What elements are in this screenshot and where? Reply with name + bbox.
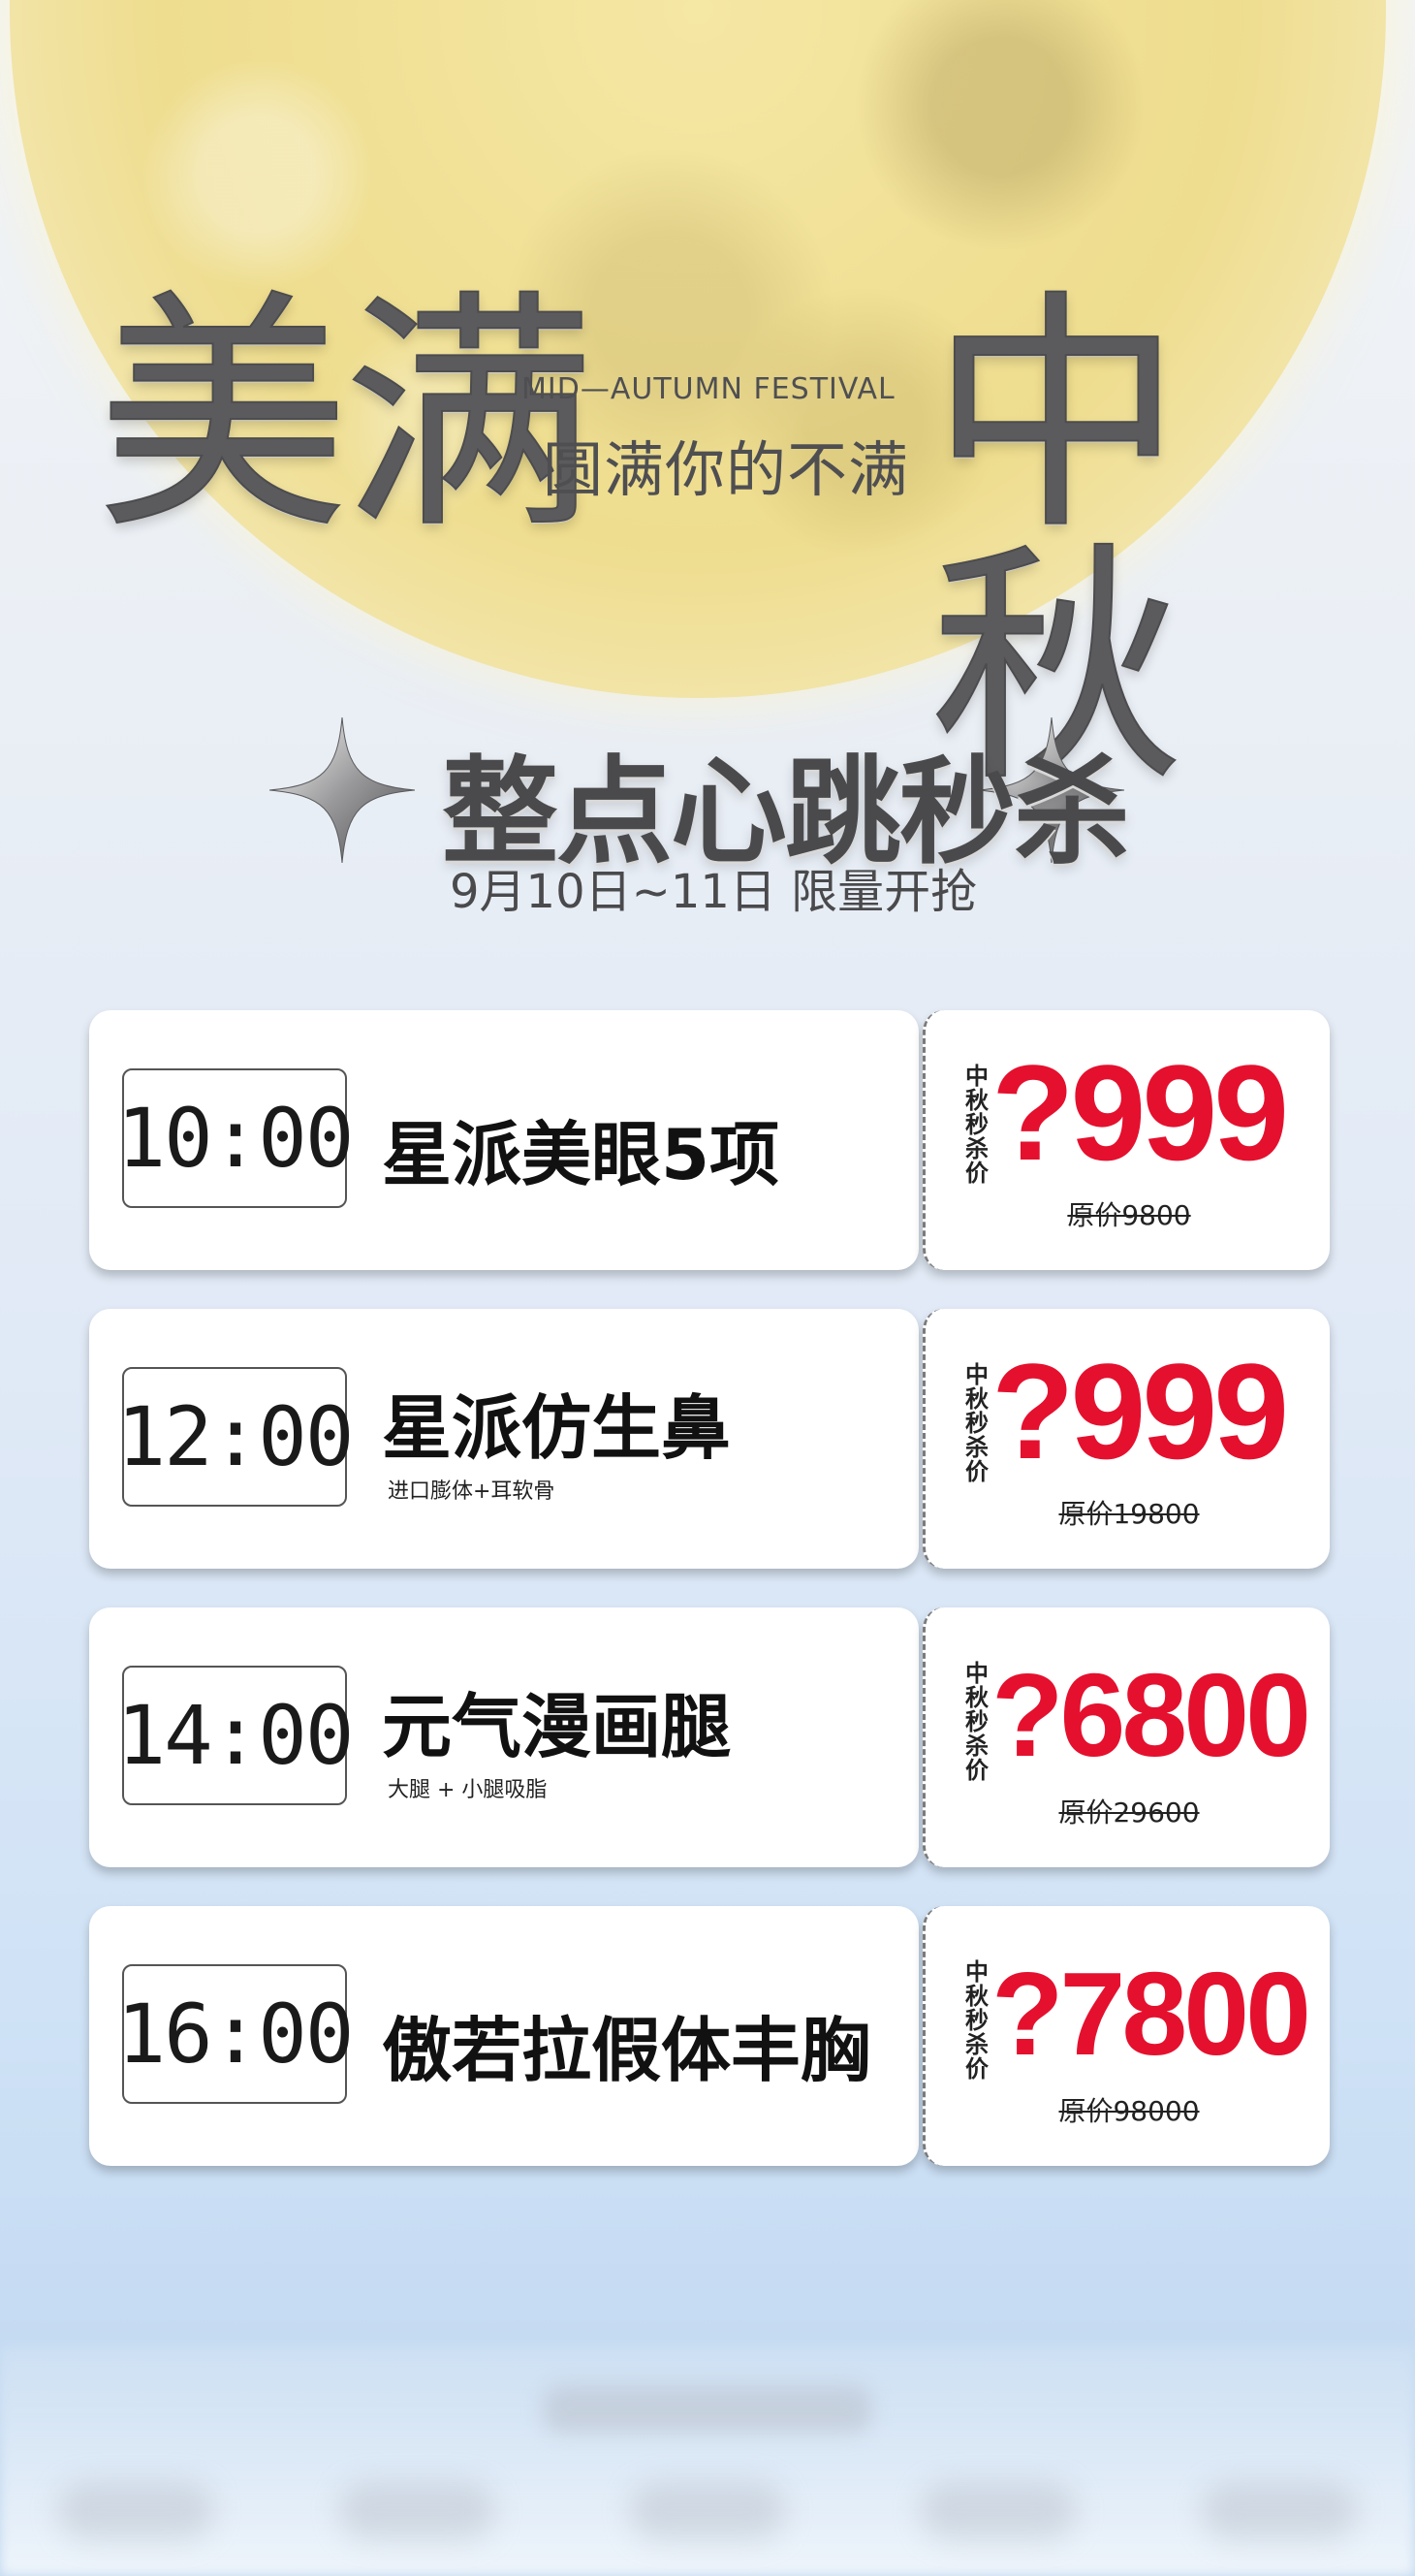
original-price: 原价19800	[1058, 1498, 1200, 1530]
original-price: 原价98000	[1058, 2095, 1200, 2127]
deal-row[interactable]: 10:00 星派美眼5项 中秋秒杀价 ?999 原价9800	[89, 1010, 1330, 1270]
time-slot: 10:00	[117, 1068, 354, 1208]
item-subtitle: 进口膨体+耳软骨	[388, 1479, 555, 1504]
item-name: 星派仿生鼻	[382, 1387, 732, 1469]
time-slot: 16:00	[117, 1964, 354, 2104]
promo-label: 中秋秒杀价	[965, 1361, 989, 1485]
promo-label: 中秋秒杀价	[965, 1958, 989, 2083]
promo-label: 中秋秒杀价	[965, 1660, 989, 1784]
sparkle-star-icon	[269, 717, 415, 863]
sale-price: ?6800	[991, 1649, 1311, 1781]
festival-english-label: MID—AUTUMN FESTIVAL	[521, 372, 896, 406]
deal-card-info[interactable]: 16:00 傲若拉假体丰胸	[89, 1906, 919, 2166]
deal-row[interactable]: 12:00 星派仿生鼻 进口膨体+耳软骨 中秋秒杀价 ?999 原价19800	[89, 1309, 1330, 1569]
blurred-footer-item	[921, 2482, 1076, 2540]
item-name: 元气漫画腿	[382, 1686, 732, 1767]
blurred-footer	[0, 2346, 1415, 2576]
item-name: 傲若拉假体丰胸	[382, 2010, 871, 2091]
blurred-footer-item	[1202, 2482, 1357, 2540]
sale-price: ?999	[991, 1036, 1289, 1189]
time-slot: 14:00	[117, 1666, 354, 1805]
festival-slogan: 圆满你的不满	[543, 434, 910, 505]
sale-price: ?7800	[991, 1948, 1311, 2080]
original-price: 原价29600	[1058, 1797, 1200, 1829]
deal-row[interactable]: 14:00 元气漫画腿 大腿 + 小腿吸脂 中秋秒杀价 ?6800 原价2960…	[89, 1607, 1330, 1867]
title-left: 美满	[96, 270, 596, 563]
deal-card-price[interactable]: 中秋秒杀价 ?7800 原价98000	[923, 1906, 1330, 2166]
blurred-footer-item	[58, 2482, 213, 2540]
flash-sale-date: 9月10日~11日 限量开抢	[450, 865, 978, 919]
deal-card-info[interactable]: 12:00 星派仿生鼻 进口膨体+耳软骨	[89, 1309, 919, 1569]
original-price: 原价9800	[1067, 1199, 1191, 1231]
item-subtitle: 大腿 + 小腿吸脂	[388, 1778, 548, 1802]
deal-card-info[interactable]: 10:00 星派美眼5项	[89, 1010, 919, 1270]
sale-price: ?999	[991, 1335, 1289, 1487]
time-slot: 12:00	[117, 1367, 354, 1507]
blurred-footer-text	[543, 2385, 872, 2433]
deal-card-price[interactable]: 中秋秒杀价 ?999 原价9800	[923, 1010, 1330, 1270]
deal-card-price[interactable]: 中秋秒杀价 ?6800 原价29600	[923, 1607, 1330, 1867]
blurred-footer-item	[630, 2482, 785, 2540]
deal-card-info[interactable]: 14:00 元气漫画腿 大腿 + 小腿吸脂	[89, 1607, 919, 1867]
blurred-footer-item	[339, 2482, 494, 2540]
promo-label: 中秋秒杀价	[965, 1063, 989, 1187]
deal-row[interactable]: 16:00 傲若拉假体丰胸 中秋秒杀价 ?7800 原价98000	[89, 1906, 1330, 2166]
deal-card-price[interactable]: 中秋秒杀价 ?999 原价19800	[923, 1309, 1330, 1569]
item-name: 星派美眼5项	[382, 1114, 780, 1195]
